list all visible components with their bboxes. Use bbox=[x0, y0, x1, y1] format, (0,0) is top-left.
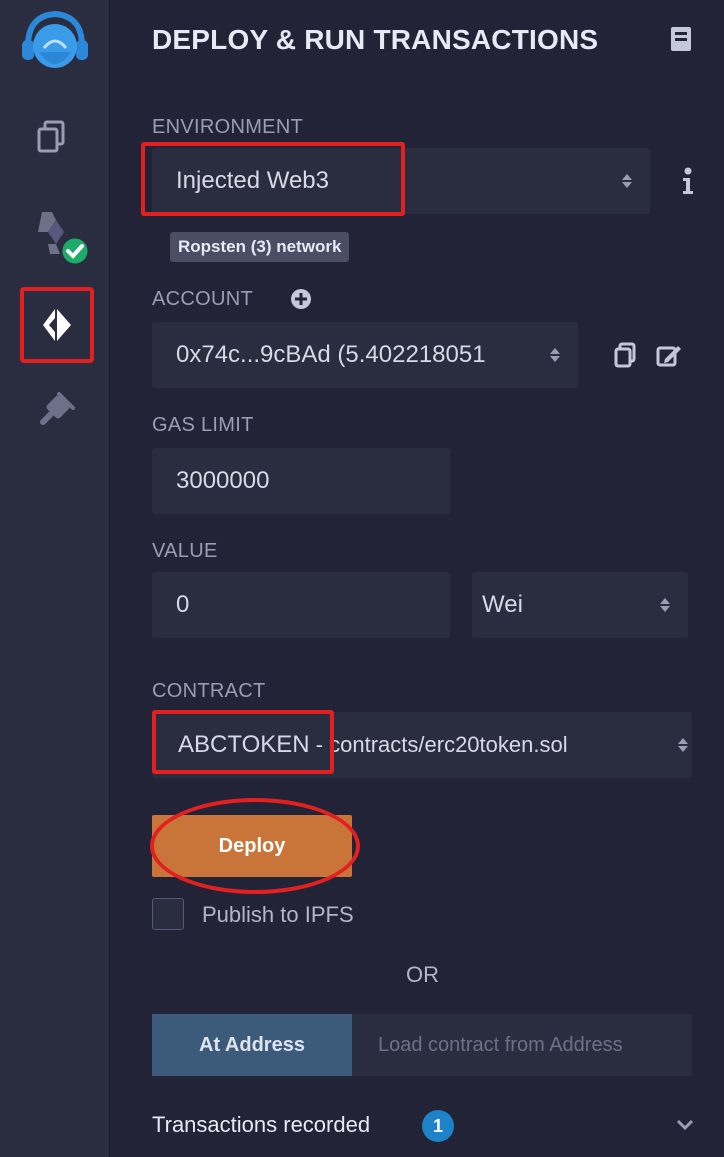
active-item-highlight bbox=[20, 287, 94, 363]
account-label: ACCOUNT bbox=[152, 288, 253, 310]
at-address-button[interactable]: At Address bbox=[152, 1014, 352, 1076]
remix-logo-icon[interactable] bbox=[14, 6, 96, 82]
account-value: 0x74c...9cBAd (5.402218051 bbox=[176, 341, 486, 368]
contract-path: - contracts/erc20token.sol bbox=[309, 732, 568, 757]
icon-sidebar bbox=[0, 0, 110, 1157]
or-separator: OR bbox=[406, 962, 439, 987]
transactions-recorded-label[interactable]: Transactions recorded bbox=[152, 1112, 370, 1138]
select-caret-icon bbox=[622, 174, 632, 188]
documentation-icon[interactable] bbox=[670, 26, 692, 57]
select-caret-icon bbox=[550, 348, 560, 362]
value-unit: Wei bbox=[482, 591, 523, 618]
file-explorer-icon[interactable] bbox=[28, 116, 76, 156]
contract-label: CONTRACT bbox=[152, 680, 266, 702]
select-caret-icon bbox=[678, 738, 688, 752]
environment-label: ENVIRONMENT bbox=[152, 116, 304, 138]
panel-title: DEPLOY & RUN TRANSACTIONS bbox=[152, 24, 599, 55]
edit-icon[interactable] bbox=[656, 344, 682, 373]
network-badge: Ropsten (3) network bbox=[170, 232, 350, 262]
publish-ipfs-label: Publish to IPFS bbox=[202, 902, 354, 927]
solidity-compiler-icon[interactable] bbox=[30, 206, 94, 268]
deploy-run-panel: DEPLOY & RUN TRANSACTIONS ENVIRONMENT In… bbox=[110, 0, 724, 1157]
deploy-highlight bbox=[150, 798, 360, 894]
info-icon[interactable] bbox=[680, 166, 696, 196]
value-label: VALUE bbox=[152, 540, 218, 562]
add-account-icon[interactable] bbox=[290, 288, 312, 315]
plugin-manager-icon[interactable] bbox=[30, 384, 80, 432]
gas-limit-label: GAS LIMIT bbox=[152, 414, 254, 436]
contract-highlight bbox=[152, 710, 334, 774]
value-amount: 0 bbox=[176, 591, 190, 618]
account-select[interactable]: 0x74c...9cBAd (5.402218051 bbox=[152, 322, 578, 388]
value-unit-select[interactable]: Wei bbox=[472, 572, 688, 638]
value-input[interactable]: 0 bbox=[152, 572, 450, 638]
transactions-count-badge: 1 bbox=[422, 1110, 454, 1142]
address-input[interactable]: Load contract from Address bbox=[352, 1014, 692, 1076]
gas-limit-value: 3000000 bbox=[176, 467, 270, 494]
copy-icon[interactable] bbox=[614, 342, 636, 373]
publish-ipfs-checkbox[interactable] bbox=[152, 898, 184, 930]
gas-limit-input[interactable]: 3000000 bbox=[152, 448, 450, 514]
environment-highlight bbox=[141, 142, 405, 216]
chevron-down-icon[interactable] bbox=[676, 1118, 694, 1136]
select-caret-icon bbox=[660, 598, 670, 612]
